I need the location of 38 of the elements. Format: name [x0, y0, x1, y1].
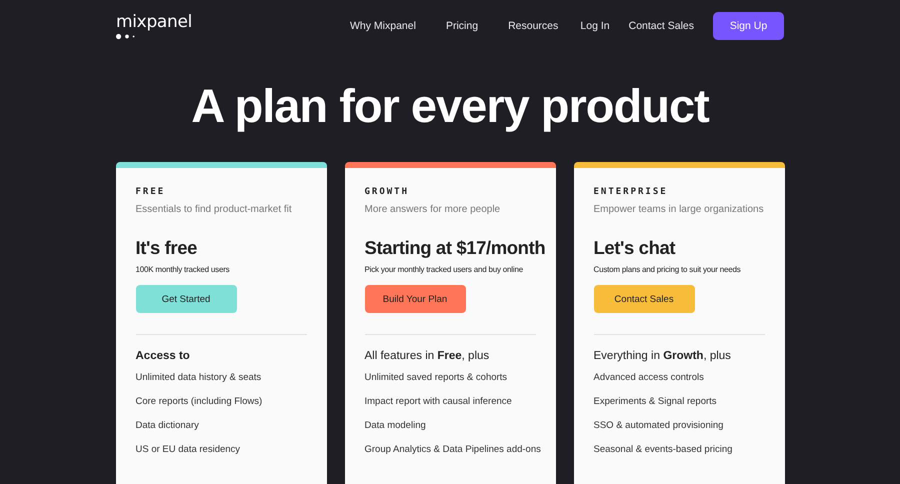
plan-subtitle: More answers for more people	[364, 204, 502, 215]
feature-item: Seasonal & events-based pricing	[594, 443, 732, 457]
plan-name: ENTERPRISE	[594, 187, 669, 197]
feature-item: Data dictionary	[136, 419, 199, 433]
plan-button[interactable]: Build Your Plan	[364, 285, 466, 313]
feature-item: Group Analytics & Data Pipelines add-ons	[364, 443, 541, 457]
plan-button[interactable]: Contact Sales	[594, 285, 694, 313]
login-link[interactable]: Log In	[580, 20, 610, 32]
plan-subtitle: Empower teams in large organizations	[594, 204, 764, 215]
nav-link[interactable]: Why Mixpanel	[350, 20, 416, 32]
feature-item: Advanced access controls	[594, 371, 704, 385]
plan-button[interactable]: Get Started	[136, 285, 236, 313]
plan-name: GROWTH	[364, 187, 410, 197]
features-heading: All features in Free, plus	[364, 350, 490, 362]
feature-item: SSO & automated provisioning	[594, 419, 724, 433]
features-heading: Everything in Growth, plus	[594, 350, 732, 362]
plan-name: FREE	[136, 187, 166, 197]
nav-link[interactable]: Resources	[508, 20, 558, 32]
plan-price: It's free	[136, 237, 197, 259]
plan-price: Let's chat	[594, 237, 676, 259]
feature-item: Data modeling	[364, 419, 426, 433]
plan-note: Pick your monthly tracked users and buy online	[364, 265, 524, 274]
sign-up-button[interactable]: Sign Up	[713, 12, 784, 40]
nav-link[interactable]: Pricing	[446, 20, 478, 32]
contact-sales-link[interactable]: Contact Sales	[628, 20, 694, 32]
feature-item: Impact report with causal inference	[364, 395, 512, 409]
plan-note: 100K monthly tracked users	[136, 265, 230, 274]
feature-item: Unlimited data history & seats	[136, 371, 262, 385]
plan-subtitle: Essentials to find product-market fit	[136, 204, 293, 215]
feature-item: Unlimited saved reports & cohorts	[364, 371, 508, 385]
feature-item: Experiments & Signal reports	[594, 395, 717, 409]
page-heading: A plan for every product	[190, 78, 710, 134]
logo-wordmark[interactable]: mixpanel	[116, 12, 192, 30]
plan-price: Starting at $17/month	[364, 237, 546, 259]
feature-item: Core reports (including Flows)	[136, 395, 262, 409]
plan-note: Custom plans and pricing to suit your needs	[594, 265, 742, 274]
feature-item: US or EU data residency	[136, 443, 240, 457]
features-heading: Access to	[136, 350, 191, 362]
